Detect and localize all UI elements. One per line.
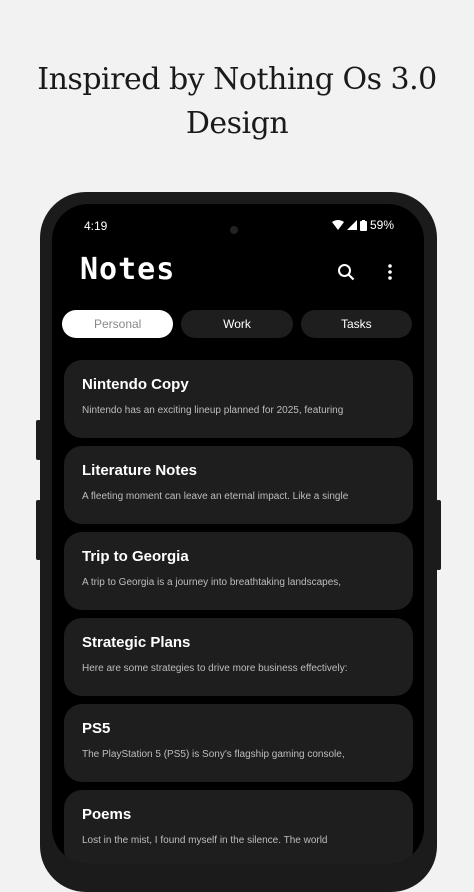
battery-level: 59% [369,218,394,232]
note-card[interactable]: Trip to Georgia A trip to Georgia is a j… [64,532,413,610]
note-card[interactable]: Nintendo Copy Nintendo has an exciting l… [64,360,413,438]
signal-icon [346,220,357,230]
category-tabs: Personal Work Tasks [62,310,412,338]
note-title: Trip to Georgia [82,548,189,565]
more-options-button[interactable] [378,260,402,284]
status-time: 4:19 [84,219,108,233]
battery-icon [359,219,367,231]
note-card[interactable]: Poems Lost in the mist, I found myself i… [64,790,413,864]
tab-tasks[interactable]: Tasks [300,310,412,338]
camera-cutout [230,226,238,234]
phone-side-button [36,420,41,460]
note-card[interactable]: Strategic Plans Here are some strategies… [64,618,413,696]
note-title: Strategic Plans [82,634,191,651]
search-button[interactable] [334,260,358,284]
note-title: Poems [82,806,132,823]
status-bar: 4:19 59% [52,204,424,244]
note-preview: A trip to Georgia is a journey into brea… [82,577,342,588]
wifi-icon [331,220,344,230]
note-title: PS5 [82,720,111,737]
headline-line-2: Design [185,106,289,141]
note-preview: Nintendo has an exciting lineup planned … [82,405,344,416]
phone-screen: 4:19 59% Notes Personal Work Tasks Ninte… [52,204,424,864]
headline-line-1: Inspired by Nothing Os 3.0 [37,62,437,97]
note-preview: A fleeting moment can leave an eternal i… [82,491,349,502]
page-title: Notes [80,252,176,287]
tab-personal[interactable]: Personal [62,310,174,338]
status-icons: 59% [331,218,394,232]
more-vertical-icon [388,264,392,280]
phone-power-button [436,500,441,570]
search-icon [338,264,355,281]
note-title: Literature Notes [82,462,198,479]
tab-work[interactable]: Work [181,310,293,338]
notes-list: Nintendo Copy Nintendo has an exciting l… [64,360,413,864]
promo-headline: Inspired by Nothing Os 3.0 Design [0,58,474,146]
note-preview: Here are some strategies to drive more b… [82,663,348,674]
note-preview: The PlayStation 5 (PS5) is Sony's flagsh… [82,749,345,760]
phone-side-button [36,500,41,560]
note-preview: Lost in the mist, I found myself in the … [82,835,328,846]
note-card[interactable]: PS5 The PlayStation 5 (PS5) is Sony's fl… [64,704,413,782]
note-card[interactable]: Literature Notes A fleeting moment can l… [64,446,413,524]
note-title: Nintendo Copy [82,376,189,393]
